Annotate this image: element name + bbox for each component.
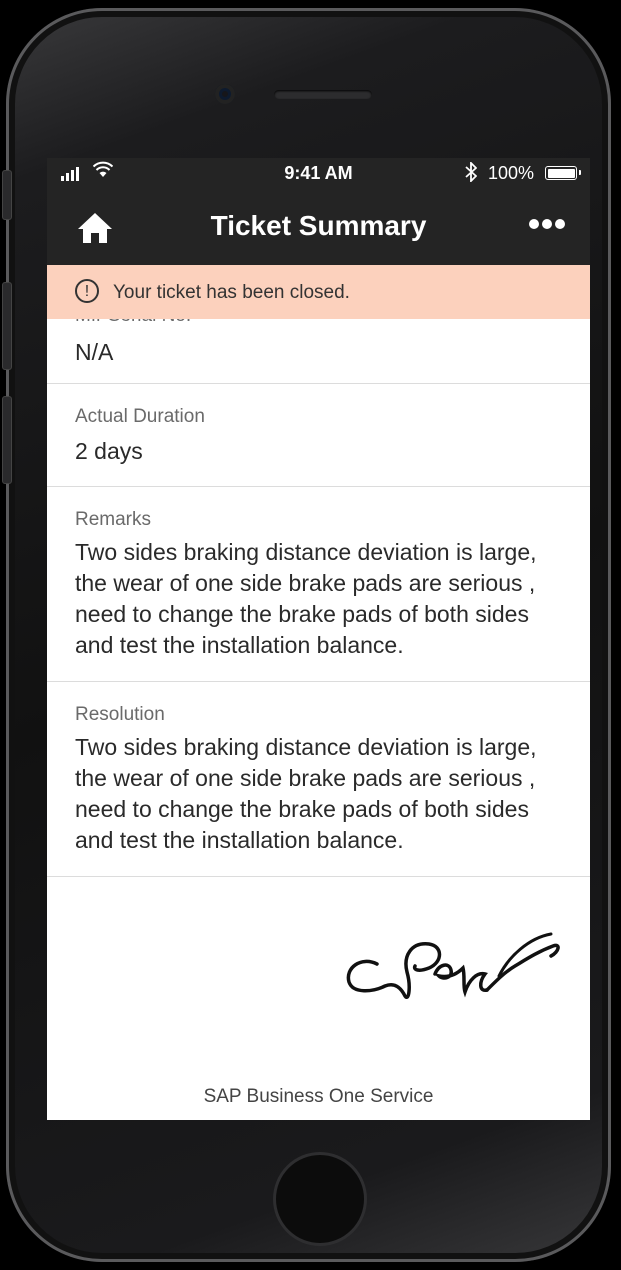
volume-down-button xyxy=(2,396,12,484)
earpiece-speaker xyxy=(274,90,372,99)
bluetooth-icon xyxy=(465,160,478,187)
more-options-icon[interactable] xyxy=(529,219,569,233)
field-serial-number: Mfr Serial No. N/A xyxy=(47,319,590,384)
battery-percent: 100% xyxy=(488,163,535,183)
navigation-bar: Ticket Summary xyxy=(47,190,590,265)
field-value: Two sides braking distance deviation is … xyxy=(75,734,537,853)
front-camera xyxy=(215,84,235,104)
field-resolution: Resolution Two sides braking distance de… xyxy=(47,682,590,877)
field-value: N/A xyxy=(75,339,114,365)
volume-up-button xyxy=(2,282,12,370)
field-value: 2 days xyxy=(75,438,143,464)
field-label: Resolution xyxy=(75,704,165,725)
battery-icon xyxy=(545,166,581,180)
field-remarks: Remarks Two sides braking distance devia… xyxy=(47,487,590,682)
footer-text: SAP Business One Service xyxy=(203,1086,434,1107)
status-bar: 9:41 AM 100% xyxy=(47,158,590,190)
field-label: Remarks xyxy=(75,509,152,530)
field-value: Two sides braking distance deviation is … xyxy=(75,539,537,658)
app-screen: 9:41 AM 100% Ticket Summary ! Your ticke… xyxy=(47,158,590,1120)
banner-message: Your ticket has been closed. xyxy=(113,282,350,303)
alert-circle-icon: ! xyxy=(75,279,99,303)
hardware-home-button[interactable] xyxy=(273,1152,367,1246)
ticket-details: Mfr Serial No. N/A Actual Duration 2 day… xyxy=(47,319,590,877)
signature-image xyxy=(339,916,569,1011)
status-banner: ! Your ticket has been closed. xyxy=(47,265,590,319)
field-actual-duration: Actual Duration 2 days xyxy=(47,384,590,487)
mute-switch xyxy=(2,170,12,220)
field-label: Mfr Serial No. xyxy=(75,319,191,327)
page-title: Ticket Summary xyxy=(210,210,427,241)
field-label: Actual Duration xyxy=(75,406,205,427)
